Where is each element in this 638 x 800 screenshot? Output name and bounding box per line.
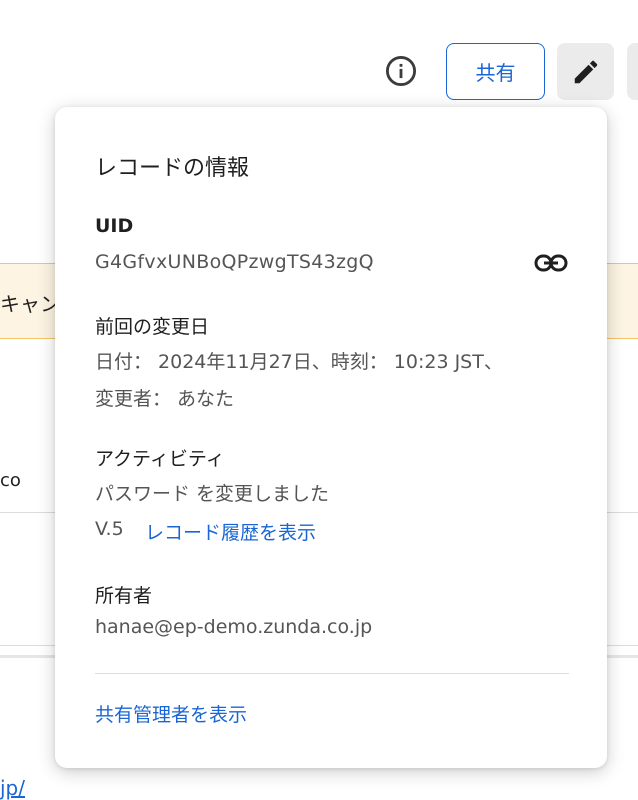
- owner-label: 所有者: [95, 585, 153, 607]
- edit-button[interactable]: [557, 43, 614, 100]
- last-modified-label: 前回の変更日: [95, 316, 210, 338]
- record-history-link[interactable]: レコード履歴を表示: [145, 518, 316, 545]
- last-modified-date: 日付： 2024年11月27日、時刻： 10:23 JST、: [95, 351, 503, 373]
- link-icon: [534, 254, 568, 272]
- background-text: co: [0, 470, 21, 491]
- background-link[interactable]: jp/: [0, 776, 25, 800]
- activity-label: アクティビティ: [95, 448, 225, 470]
- share-admins-link[interactable]: 共有管理者を表示: [95, 700, 247, 727]
- uid-label: UID: [95, 215, 134, 237]
- banner-text: キャン: [0, 292, 60, 316]
- popover-divider: [95, 673, 569, 674]
- more-button[interactable]: [627, 43, 638, 100]
- share-button[interactable]: 共有: [446, 43, 545, 100]
- copy-link-button[interactable]: [531, 248, 571, 278]
- version-number: V.5: [95, 518, 124, 540]
- activity-value: パスワード を変更しました: [95, 483, 330, 505]
- last-modified-by: 変更者： あなた: [95, 388, 235, 410]
- popover-title: レコードの情報: [95, 156, 250, 181]
- uid-value: G4GfvxUNBoQPzwgTS43zgQ: [95, 251, 374, 273]
- info-icon: [385, 55, 417, 87]
- record-info-button[interactable]: [382, 52, 420, 90]
- pencil-icon: [574, 60, 597, 83]
- record-info-popover: レコードの情報 UID G4GfvxUNBoQPzwgTS43zgQ 前回の変更…: [55, 107, 607, 768]
- owner-email: hanae@ep-demo.zunda.co.jp: [95, 616, 373, 638]
